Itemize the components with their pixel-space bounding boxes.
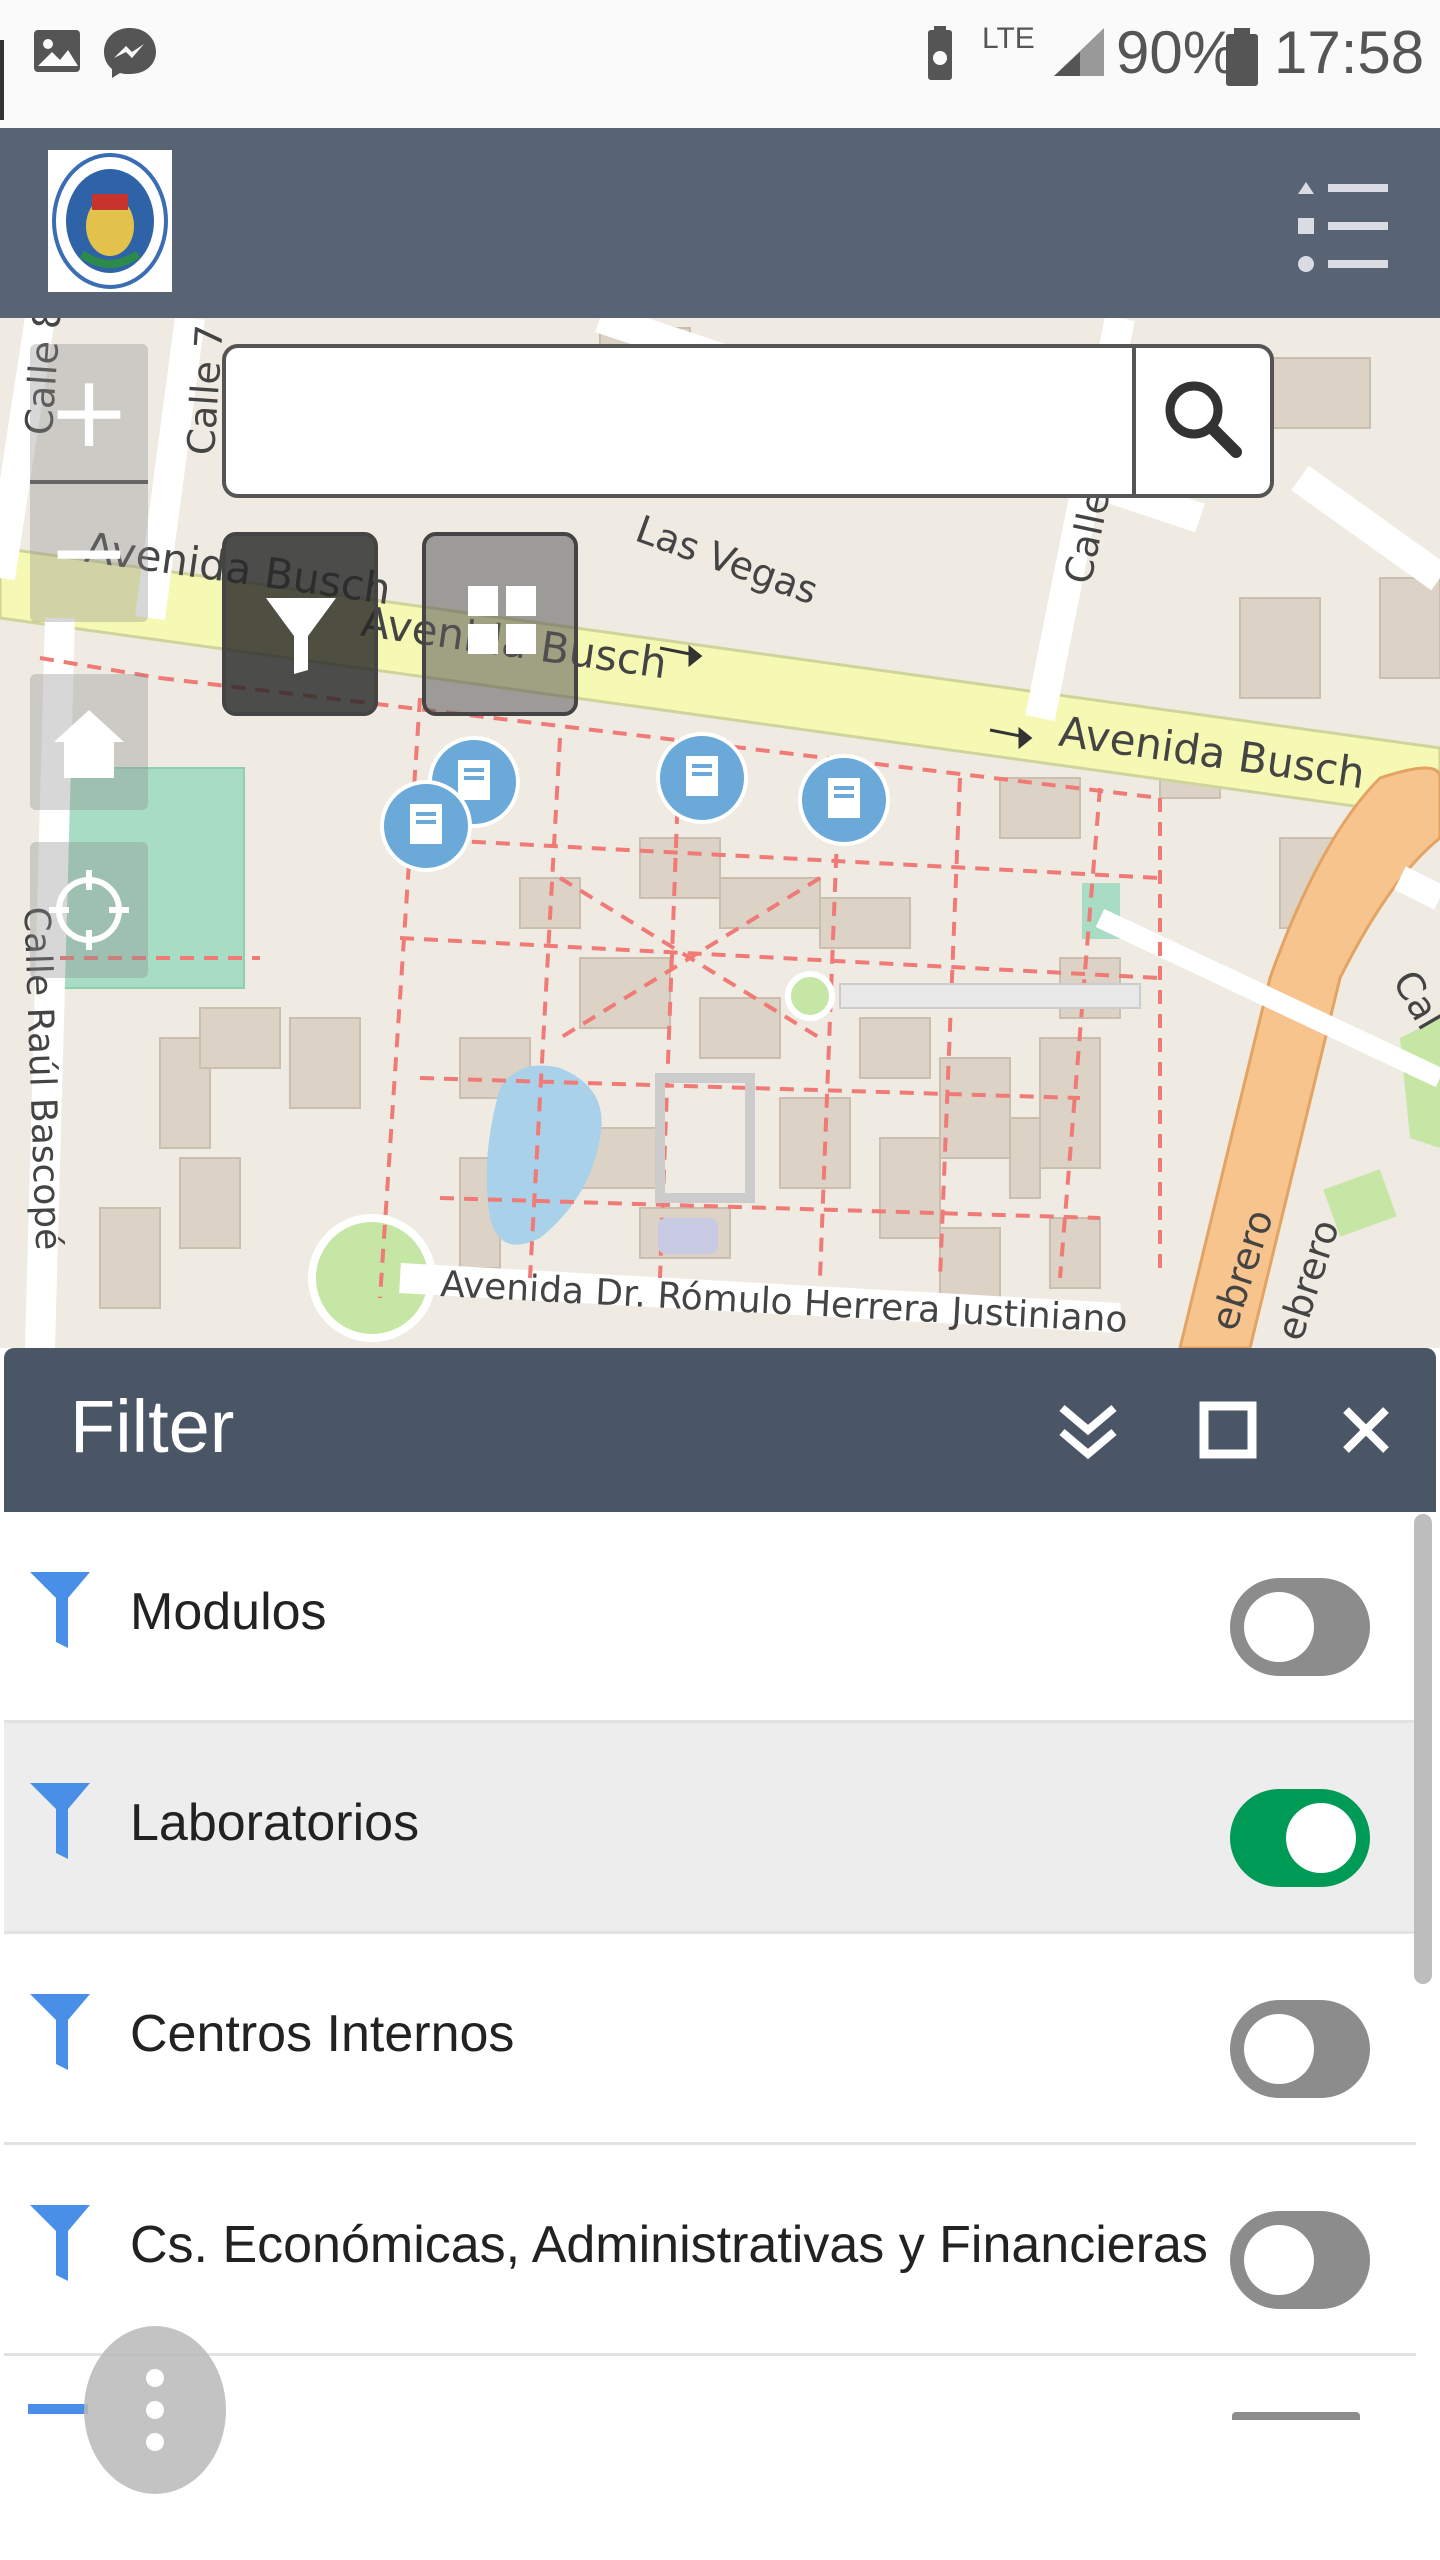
more-vert-icon [146,2369,164,2451]
widget-grid-button[interactable] [422,532,578,716]
filter-row[interactable]: Laboratorios [4,1723,1416,1934]
toggle-knob [1244,2014,1314,2084]
filter-toggle[interactable] [1230,1578,1370,1676]
grid-icon [468,586,536,654]
funnel-icon [30,1783,90,1859]
filter-label: Laboratorios [130,1794,420,1852]
filter-row[interactable]: Cs. Económicas, Administrativas y Financ… [4,2145,1416,2356]
document-icon [828,778,860,818]
toggle-knob [1244,1592,1314,1662]
battery-saver-icon [928,26,952,80]
status-bar: LTE 90% 17:58 [0,0,1440,128]
panel-title: Filter [70,1385,235,1468]
battery-icon [1226,28,1258,86]
collapse-icon[interactable] [1048,1388,1128,1472]
university-seal-icon [52,153,168,289]
filter-list-scrollbar[interactable] [1414,1514,1432,1984]
funnel-icon [30,1572,90,1648]
location-marker[interactable] [798,754,890,846]
network-type: LTE [982,22,1035,55]
filter-toggle[interactable] [1230,1789,1370,1887]
maximize-icon[interactable] [1188,1388,1268,1472]
home-button[interactable] [30,674,148,810]
filter-row[interactable]: Modulos [4,1512,1416,1723]
filter-icon [266,598,336,674]
document-icon [410,804,442,844]
locate-icon [49,870,129,950]
filter-label: Modulos [130,1583,327,1641]
toggle-knob [1244,2225,1314,2295]
search-input[interactable] [236,358,1140,486]
filter-toggle[interactable] [1230,2211,1370,2309]
funnel-icon [30,2205,90,2281]
document-icon [686,756,718,796]
filter-toggle[interactable] [1232,2412,1360,2420]
more-options-button[interactable] [84,2326,226,2494]
close-icon[interactable] [1326,1388,1406,1472]
filter-label: Cs. Económicas, Administrativas y Financ… [130,2216,1208,2274]
filter-toggle[interactable] [1230,2000,1370,2098]
zoom-control: + − [30,344,148,622]
zoom-out-button[interactable]: − [30,484,148,620]
filter-row[interactable]: Centros Internos [4,1934,1416,2145]
zoom-in-button[interactable]: + [30,344,148,480]
filter-panel-header: Filter [4,1348,1436,1512]
layer-list-icon[interactable] [1290,164,1390,284]
signal-icon [1054,28,1104,76]
status-edge [0,40,4,120]
funnel-icon [30,1994,90,2070]
battery-percent: 90% [1116,19,1237,86]
location-marker[interactable] [656,732,748,824]
my-location-button[interactable] [30,842,148,978]
gallery-icon [34,30,80,72]
toggle-knob [1286,1803,1356,1873]
funnel-icon [28,2404,88,2414]
app-logo [48,150,172,292]
location-marker[interactable] [380,780,472,872]
filter-label: Centros Internos [130,2005,515,2063]
filter-list: Modulos Laboratorios Centros Internos Cs… [4,1512,1416,2356]
clock: 17:58 [1274,19,1425,86]
home-icon [54,710,124,778]
search-box [222,344,1274,498]
filter-widget-button[interactable] [222,532,378,716]
search-button[interactable] [1132,348,1270,494]
search-icon [1165,381,1242,458]
app-header [0,128,1440,318]
messenger-icon [104,28,156,78]
